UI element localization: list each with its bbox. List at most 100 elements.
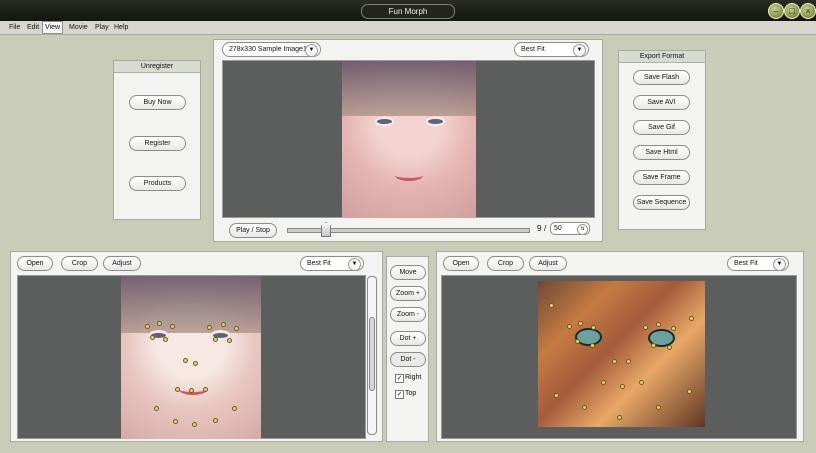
save-frame-button[interactable]: Save Frame <box>633 170 690 185</box>
morph-dot[interactable] <box>617 415 622 420</box>
top-checkbox[interactable]: ✓ <box>395 390 404 399</box>
morph-dot[interactable] <box>575 339 580 344</box>
morph-dot[interactable] <box>651 343 656 348</box>
morph-dot[interactable] <box>175 387 180 392</box>
minimize-icon[interactable]: – <box>768 3 784 19</box>
morph-dot[interactable] <box>173 419 178 424</box>
menu-bar: File Edit View Movie Play Help <box>0 21 816 35</box>
menu-edit[interactable]: Edit <box>25 22 41 33</box>
left-crop-button[interactable]: Crop <box>61 256 98 271</box>
register-button[interactable]: Register <box>129 136 186 151</box>
image-select[interactable]: 278x330 Sample Image1 ▼ <box>222 42 321 57</box>
check-icon: ✓ <box>396 391 403 398</box>
right-open-button[interactable]: Open <box>443 256 479 271</box>
morph-dot[interactable] <box>582 405 587 410</box>
morph-dot[interactable] <box>687 389 692 394</box>
morph-dot[interactable] <box>150 335 155 340</box>
morph-dot[interactable] <box>145 324 150 329</box>
morph-dot[interactable] <box>667 345 672 350</box>
add-dot-button[interactable]: Dot + <box>390 331 426 346</box>
title-bar: Fun Morph – □ × <box>0 0 816 22</box>
save-gif-button[interactable]: Save Gif <box>633 120 690 135</box>
right-fit-value: Best Fit <box>734 260 758 267</box>
morph-dot[interactable] <box>170 324 175 329</box>
left-scroll-thumb[interactable] <box>369 317 375 391</box>
morph-dot[interactable] <box>567 324 572 329</box>
move-button[interactable]: Move <box>390 265 426 280</box>
buy-now-button[interactable]: Buy Now <box>129 95 186 110</box>
morph-dot[interactable] <box>590 343 595 348</box>
morph-dot[interactable] <box>601 380 606 385</box>
save-flash-button[interactable]: Save Flash <box>633 70 690 85</box>
source-image-canvas <box>17 275 366 439</box>
save-html-button[interactable]: Save Html <box>633 145 690 160</box>
left-editor-panel: Open Crop Adjust Best Fit ▼ <box>10 251 383 442</box>
play-stop-button[interactable]: Play / Stop <box>229 223 277 238</box>
morph-dot[interactable] <box>193 361 198 366</box>
morph-dot[interactable] <box>213 418 218 423</box>
morph-dot[interactable] <box>189 388 194 393</box>
save-sequence-button[interactable]: Save Sequence <box>633 195 690 210</box>
right-fit-select[interactable]: Best Fit ▼ <box>727 256 789 271</box>
image-select-value: 278x330 Sample Image1 <box>229 46 307 53</box>
right-adjust-button[interactable]: Adjust <box>529 256 567 271</box>
morph-dot[interactable] <box>227 338 232 343</box>
morph-dot[interactable] <box>671 326 676 331</box>
left-vertical-scrollbar[interactable] <box>367 276 377 435</box>
tools-panel: Move Zoom + Zoom - Dot + Dot - ✓ Right ✓… <box>386 256 429 442</box>
morph-dot[interactable] <box>578 321 583 326</box>
morph-dot[interactable] <box>207 325 212 330</box>
maximize-icon[interactable]: □ <box>784 3 800 19</box>
spin-icon[interactable]: ⇅ <box>577 224 588 235</box>
morph-preview-image <box>342 61 476 218</box>
morph-dot[interactable] <box>213 337 218 342</box>
morph-dot[interactable] <box>689 316 694 321</box>
menu-play[interactable]: Play <box>93 22 111 33</box>
morph-dot[interactable] <box>203 387 208 392</box>
morph-dot[interactable] <box>157 321 162 326</box>
morph-dot[interactable] <box>639 380 644 385</box>
frame-current: 9 <box>537 224 542 233</box>
morph-dot[interactable] <box>656 405 661 410</box>
top-label: Top <box>405 390 417 397</box>
morph-dot[interactable] <box>183 358 188 363</box>
zoom-out-button[interactable]: Zoom - <box>390 307 426 322</box>
preview-fit-select[interactable]: Best Fit ▼ <box>514 42 589 57</box>
save-avi-button[interactable]: Save AVI <box>633 95 690 110</box>
chevron-down-icon: ▼ <box>348 258 361 271</box>
left-open-button[interactable]: Open <box>17 256 53 271</box>
morph-dot[interactable] <box>232 406 237 411</box>
morph-dot[interactable] <box>612 359 617 364</box>
preview-canvas <box>222 60 595 218</box>
morph-dot[interactable] <box>643 325 648 330</box>
left-fit-select[interactable]: Best Fit ▼ <box>300 256 364 271</box>
morph-dot[interactable] <box>656 322 661 327</box>
window-title: Fun Morph <box>361 4 455 19</box>
right-label: Right <box>405 374 422 381</box>
close-icon[interactable]: × <box>800 3 816 19</box>
zoom-in-button[interactable]: Zoom + <box>390 286 426 301</box>
morph-dot[interactable] <box>549 303 554 308</box>
products-button[interactable]: Products <box>129 176 186 191</box>
remove-dot-button[interactable]: Dot - <box>390 352 426 367</box>
left-adjust-button[interactable]: Adjust <box>103 256 141 271</box>
morph-dot[interactable] <box>154 406 159 411</box>
morph-dot[interactable] <box>221 322 226 327</box>
morph-dot[interactable] <box>591 325 596 330</box>
morph-dot[interactable] <box>620 384 625 389</box>
morph-dot[interactable] <box>163 337 168 342</box>
menu-help[interactable]: Help <box>112 22 130 33</box>
right-checkbox[interactable]: ✓ <box>395 374 404 383</box>
morph-dot[interactable] <box>626 359 631 364</box>
menu-view[interactable]: View <box>42 21 64 34</box>
frame-total-input[interactable]: 50 ⇅ <box>550 222 590 235</box>
menu-file[interactable]: File <box>7 22 22 33</box>
mouth-shape <box>395 170 423 181</box>
morph-dot[interactable] <box>192 422 197 427</box>
right-crop-button[interactable]: Crop <box>487 256 524 271</box>
morph-dot[interactable] <box>554 393 559 398</box>
morph-dot[interactable] <box>234 326 239 331</box>
chevron-down-icon: ▼ <box>573 44 586 57</box>
unregister-title: Unregister <box>114 61 200 73</box>
menu-movie[interactable]: Movie <box>67 22 90 33</box>
